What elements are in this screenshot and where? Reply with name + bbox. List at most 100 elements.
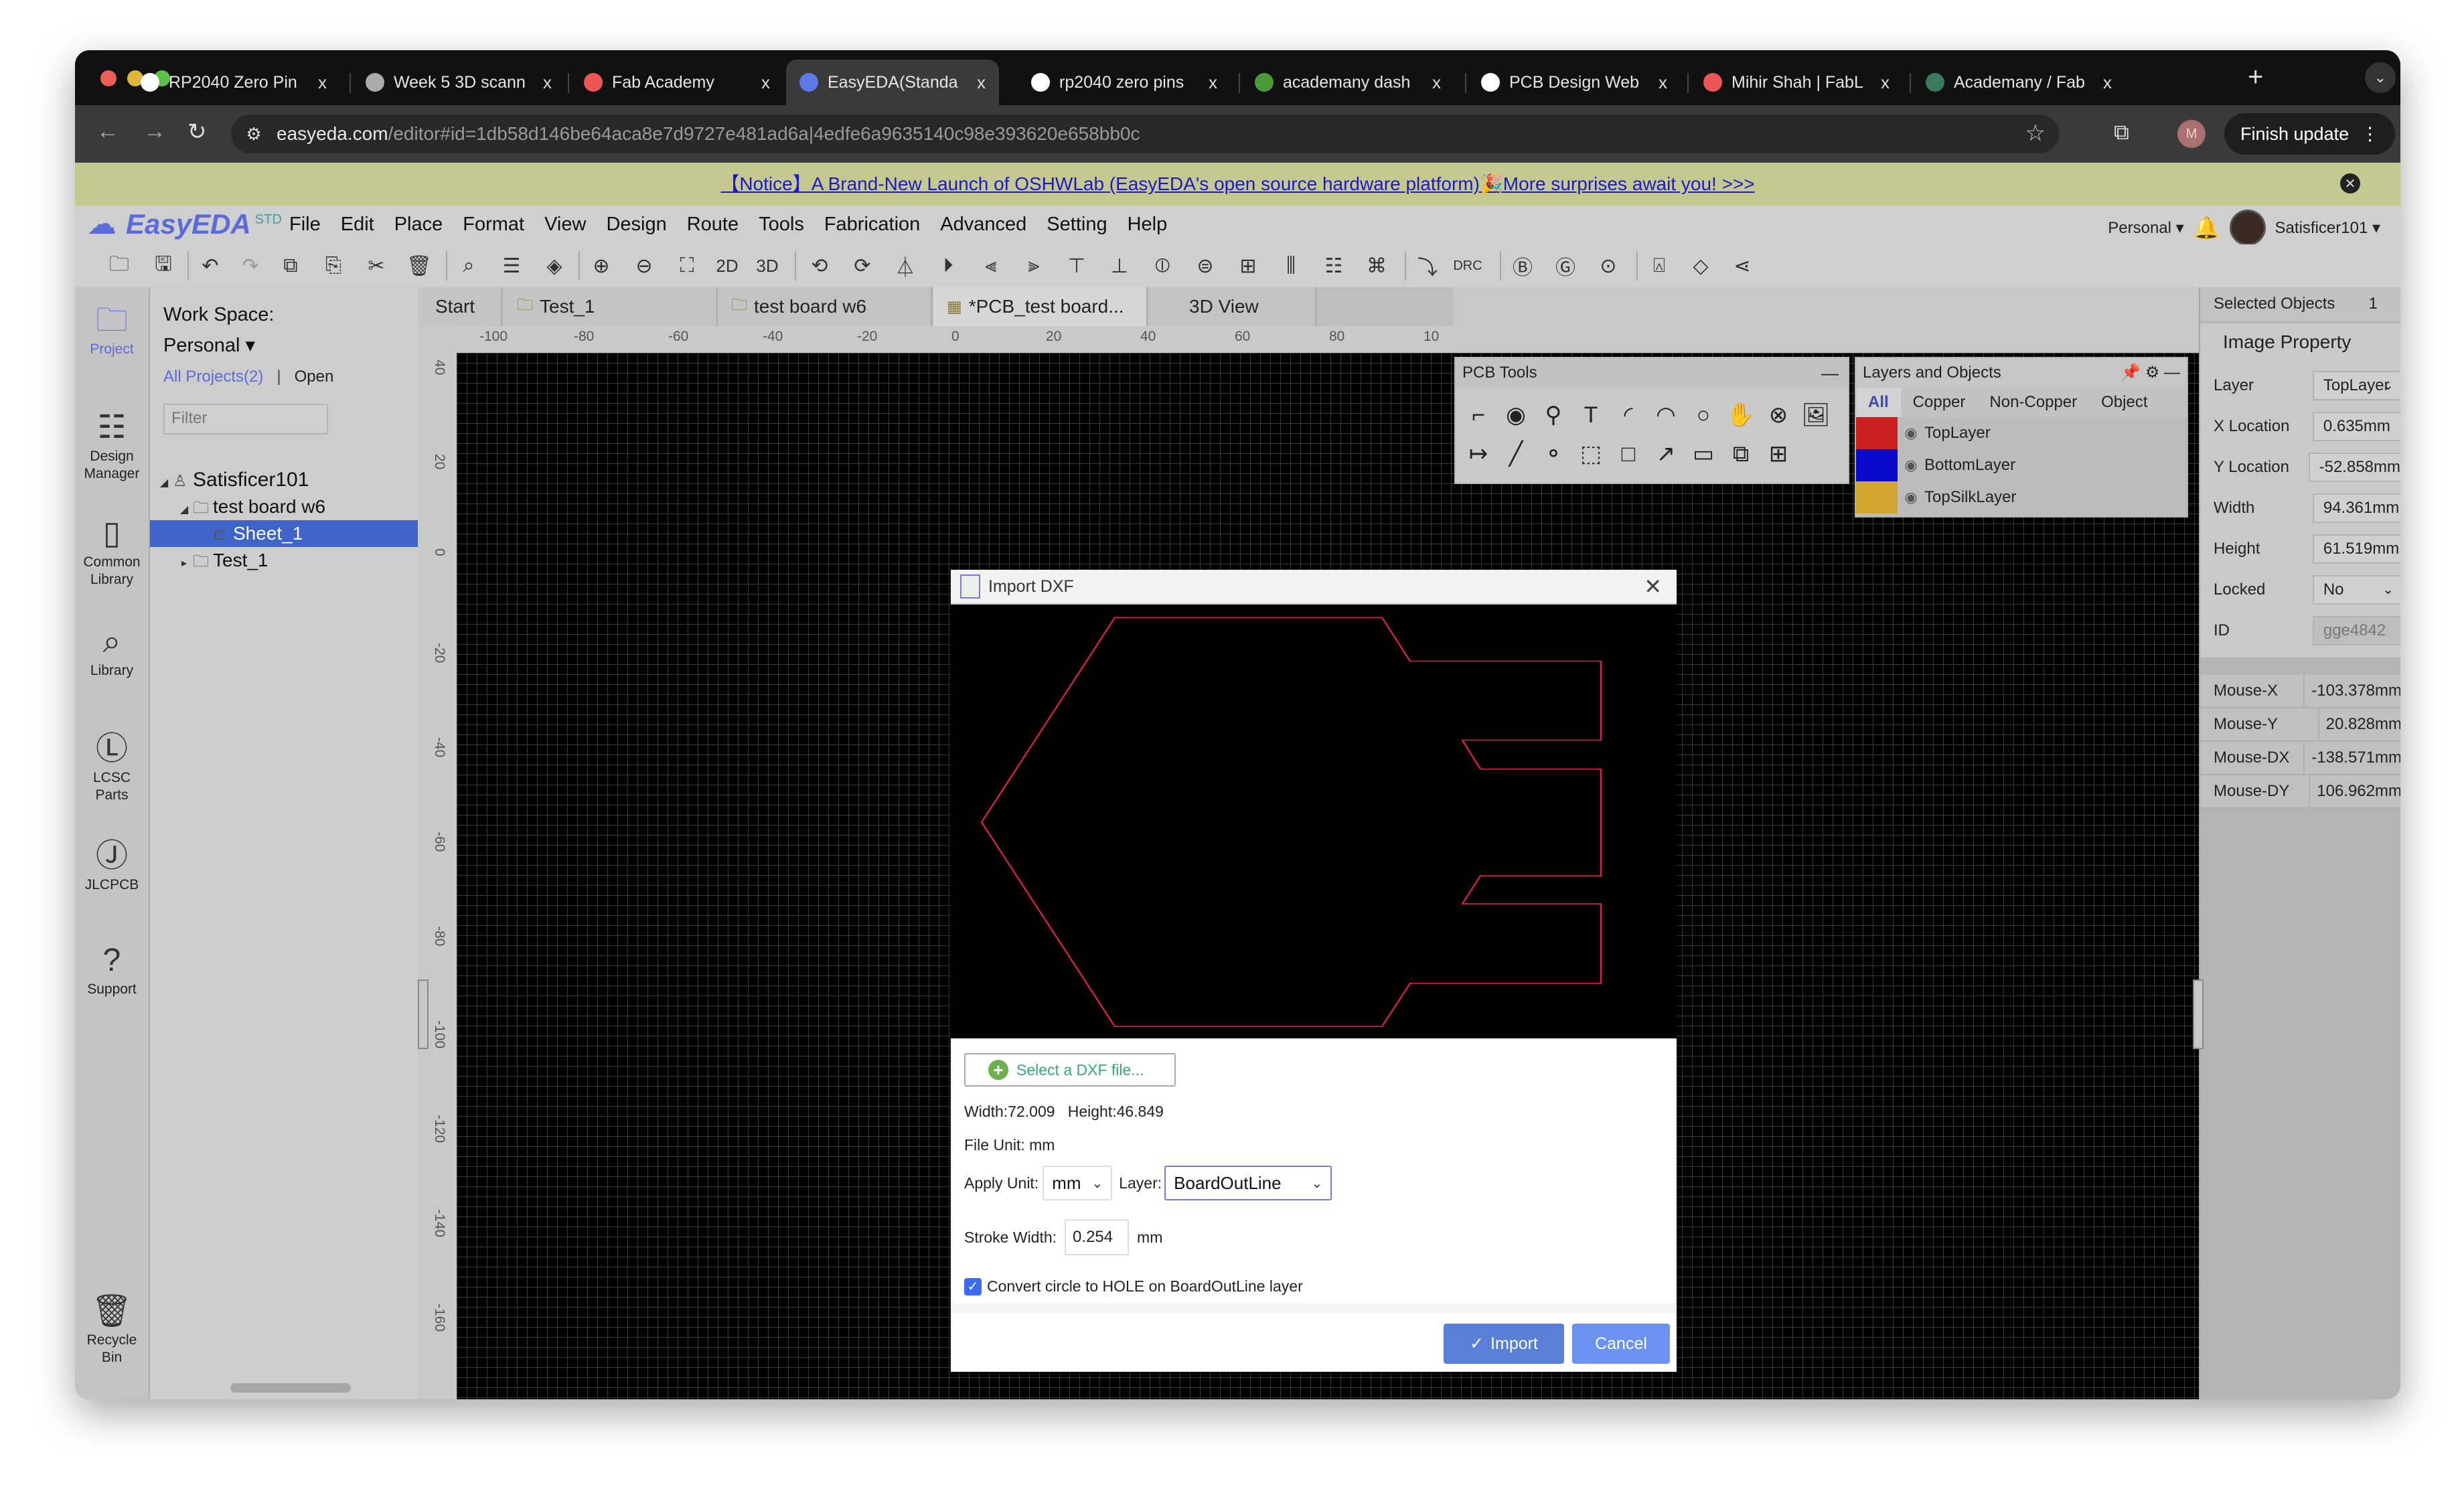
- close-tab-icon[interactable]: x: [1659, 72, 1667, 93]
- layers-tab-all[interactable]: All: [1856, 388, 1901, 417]
- align-left-icon[interactable]: ⫷: [976, 251, 1006, 281]
- menu-design[interactable]: Design: [606, 214, 666, 236]
- pick-place-icon[interactable]: ⊙: [1594, 251, 1623, 281]
- doc-tab-test-1[interactable]: 🗀 Test_1: [504, 287, 718, 326]
- menu-format[interactable]: Format: [463, 214, 524, 236]
- doc-tab-test-board-w6[interactable]: 🗀 test board w6: [718, 287, 932, 326]
- workspace-select[interactable]: Personal ▾: [163, 330, 274, 361]
- zoom-out-icon[interactable]: ⊖: [629, 251, 659, 281]
- close-tab-icon[interactable]: x: [543, 72, 552, 93]
- layer-row[interactable]: ◉ BottomLayer: [1856, 449, 2187, 481]
- user-menu[interactable]: Satisficer101 ▾: [2275, 218, 2380, 238]
- browser-tab[interactable]: rp2040 zero pins x: [1018, 60, 1231, 105]
- browser-tab[interactable]: Week 5 3D scann x: [352, 60, 565, 105]
- eye-icon[interactable]: ◉: [1898, 489, 1924, 506]
- tree-expand-arrow[interactable]: ◢: [175, 497, 193, 524]
- align-center-h-icon[interactable]: ⦶: [1148, 251, 1177, 281]
- close-window-button[interactable]: [100, 70, 117, 86]
- flip-horizontal-icon[interactable]: ⏃: [891, 251, 920, 281]
- view-3d-button[interactable]: 3D: [753, 251, 782, 281]
- collapse-left-panel-handle[interactable]: [418, 979, 429, 1049]
- property-layer-select[interactable]: TopLayer ⌄: [2312, 370, 2400, 400]
- dialog-header[interactable]: Import DXF ✕: [951, 570, 1677, 605]
- group-tool-icon[interactable]: ⧉: [1722, 435, 1760, 473]
- align-grid-icon[interactable]: ⊞: [1233, 251, 1263, 281]
- close-tab-icon[interactable]: x: [1209, 72, 1217, 93]
- menu-help[interactable]: Help: [1128, 214, 1168, 236]
- solid-region-tool-icon[interactable]: ▭: [1685, 435, 1722, 473]
- pan-tool-icon[interactable]: ✋: [1722, 396, 1760, 435]
- find-icon[interactable]: ⌕: [454, 251, 483, 281]
- workspace-dropdown[interactable]: Personal ▾: [2108, 218, 2183, 238]
- close-tab-icon[interactable]: x: [1881, 72, 1890, 93]
- minimize-pcb-tools-button[interactable]: —: [1821, 358, 1839, 388]
- property-width-input[interactable]: 94.361mm: [2312, 493, 2400, 523]
- tree-expand-arrow[interactable]: ▸: [175, 550, 193, 577]
- cut-icon[interactable]: ✂: [362, 251, 391, 281]
- tree-node[interactable]: ▸ 🗀 Test_1: [150, 547, 418, 574]
- horizontal-scrollbar[interactable]: [230, 1383, 351, 1393]
- menu-route[interactable]: Route: [687, 214, 739, 236]
- bom-icon[interactable]: Ⓑ: [1508, 251, 1537, 281]
- browser-tab[interactable]: RP2040 Zero Pin x: [127, 60, 340, 105]
- bell-icon[interactable]: 🔔: [2193, 215, 2220, 240]
- bookmark-star-icon[interactable]: ☆: [2025, 120, 2046, 147]
- layers-icon[interactable]: ◇: [1686, 251, 1715, 281]
- tree-expand-arrow[interactable]: ◢: [155, 470, 173, 497]
- flip-vertical-icon[interactable]: ⏵: [933, 251, 963, 281]
- rect-tool-icon[interactable]: □: [1610, 435, 1647, 473]
- dimension-tool-icon[interactable]: ↦: [1460, 435, 1497, 473]
- distribute-v-icon[interactable]: ☷: [1319, 251, 1349, 281]
- layer-color-swatch[interactable]: [1856, 417, 1898, 449]
- profile-avatar[interactable]: M: [2177, 120, 2206, 148]
- undo-icon[interactable]: ↶: [196, 251, 225, 281]
- via-tool-icon[interactable]: ⚲: [1535, 396, 1572, 435]
- image-property-header[interactable]: Image Property: [2200, 323, 2400, 361]
- close-tab-icon[interactable]: x: [2103, 72, 2112, 93]
- new-doc-icon[interactable]: 🗀: [104, 251, 134, 281]
- notice-link[interactable]: 【Notice】A Brand-New Launch of OSHWLab (E…: [720, 173, 1754, 194]
- paste-icon[interactable]: ⎘: [319, 251, 348, 281]
- eye-icon[interactable]: ◉: [1898, 457, 1924, 474]
- rail-item-recycle-bin[interactable]: 🗑 Recycle Bin: [75, 1291, 149, 1366]
- layers-tab-non-copper[interactable]: Non-Copper: [1977, 388, 2089, 417]
- browser-tab[interactable]: EasyEDA(Standa x: [786, 60, 999, 105]
- close-tab-icon[interactable]: x: [977, 72, 986, 93]
- track-tool-icon[interactable]: ⌐: [1460, 396, 1497, 435]
- close-tab-icon[interactable]: x: [318, 72, 327, 93]
- menu-place[interactable]: Place: [394, 214, 443, 236]
- view-2d-button[interactable]: 2D: [712, 251, 742, 281]
- gerber-icon[interactable]: Ⓖ: [1551, 251, 1580, 281]
- site-settings-icon[interactable]: ⚙: [240, 121, 267, 147]
- rail-item-common-library[interactable]: ▯ Common Library: [75, 514, 149, 588]
- forward-button[interactable]: →: [143, 119, 166, 145]
- distribute-h-icon[interactable]: ⫼: [1276, 251, 1306, 281]
- browser-tab[interactable]: Mihir Shah | FabL x: [1690, 60, 1903, 105]
- layer-color-swatch[interactable]: [1856, 481, 1898, 514]
- rail-item-lcsc-parts[interactable]: Ⓛ LCSC Parts: [75, 729, 149, 804]
- arc-tool-icon[interactable]: ◜: [1610, 396, 1647, 435]
- finish-update-button[interactable]: Finish update ⋮: [2224, 113, 2396, 155]
- pad-tool-icon[interactable]: ◉: [1497, 396, 1535, 435]
- convert-circle-checkbox[interactable]: ✓: [964, 1277, 982, 1295]
- align-top-icon[interactable]: ⊤: [1062, 251, 1091, 281]
- close-dialog-icon[interactable]: ✕: [1644, 574, 1662, 599]
- menu-advanced[interactable]: Advanced: [940, 214, 1026, 236]
- url-text[interactable]: easyeda.com/editor#id=1db58d146be64aca8e…: [277, 123, 1140, 145]
- layer-row[interactable]: ◉ TopLayer: [1856, 417, 2187, 449]
- stroke-width-input[interactable]: 0.254: [1065, 1219, 1130, 1255]
- eye-icon[interactable]: ◉: [1898, 424, 1924, 442]
- all-projects-link[interactable]: All Projects(2): [163, 368, 263, 386]
- connect-tool-icon[interactable]: ⚬: [1535, 435, 1572, 473]
- circle-tool-icon[interactable]: ○: [1685, 396, 1722, 435]
- property-x-location-input[interactable]: 0.635mm: [2312, 411, 2400, 441]
- align-center-v-icon[interactable]: ⊜: [1190, 251, 1220, 281]
- cross-probe-icon[interactable]: ◈: [540, 251, 569, 281]
- browser-tab[interactable]: PCB Design Web x: [1468, 60, 1681, 105]
- fit-view-icon[interactable]: ⛶: [672, 251, 702, 281]
- layers-tab-copper[interactable]: Copper: [1901, 388, 1978, 417]
- find-similar-icon[interactable]: ☰: [497, 251, 526, 281]
- apply-unit-select[interactable]: mm ⌄: [1043, 1166, 1113, 1200]
- property-locked-select[interactable]: No ⌄: [2312, 574, 2400, 605]
- new-tab-button[interactable]: +: [2248, 62, 2263, 92]
